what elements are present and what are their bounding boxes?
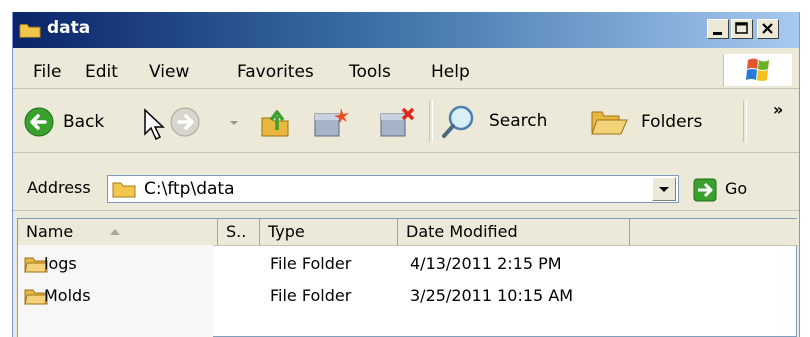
- close-icon: [762, 23, 773, 34]
- minimize-icon: [713, 32, 722, 35]
- copy-to-folder-icon[interactable]: [309, 104, 351, 140]
- forward-dropdown-icon[interactable]: [228, 118, 240, 128]
- folders-icon: [591, 111, 628, 135]
- windows-logo: [723, 54, 792, 86]
- menu-bar: File Edit View Favorites Tools Help: [13, 50, 799, 89]
- search-label: Search: [489, 111, 548, 131]
- file-date: 3/25/2011 10:15 AM: [410, 286, 574, 305]
- file-type: File Folder: [270, 254, 352, 273]
- file-type: File Folder: [270, 286, 352, 305]
- sort-ascending-icon: [110, 229, 120, 235]
- column-header-size[interactable]: S..: [218, 219, 260, 245]
- chevron-down-icon: [659, 187, 669, 192]
- menu-help[interactable]: Help: [431, 62, 470, 82]
- explorer-window: data File Edit View Favorites Tools Help: [12, 12, 800, 337]
- mouse-cursor-icon: [144, 108, 165, 141]
- forward-arrow-icon: [170, 107, 200, 137]
- up-folder-icon[interactable]: [259, 106, 293, 140]
- delete-icon[interactable]: [375, 104, 417, 140]
- go-arrow-icon[interactable]: [693, 178, 717, 202]
- toolbar-overflow-button[interactable]: »: [773, 100, 783, 119]
- column-headers: Name S.. Type Date Modified: [18, 219, 798, 246]
- window-title: data: [47, 18, 91, 38]
- folders-button[interactable]: Folders: [589, 104, 735, 140]
- back-label: Back: [63, 112, 105, 132]
- folder-icon: [112, 182, 136, 198]
- list-item[interactable]: Molds File Folder 3/25/2011 10:15 AM: [18, 281, 798, 309]
- windows-flag-icon: [746, 58, 769, 81]
- column-header-size-label: S..: [226, 222, 247, 241]
- toolbar-separator: [743, 100, 747, 142]
- title-bar[interactable]: data: [13, 12, 799, 48]
- menu-edit[interactable]: Edit: [85, 62, 118, 82]
- file-name: Molds: [44, 286, 91, 305]
- list-item[interactable]: logs File Folder 4/13/2011 2:15 PM: [18, 249, 798, 277]
- column-header-type[interactable]: Type: [260, 219, 398, 245]
- search-icon: [442, 105, 474, 138]
- address-input[interactable]: C:\ftp\data: [107, 175, 679, 203]
- toolbar: Back Search Folders »: [13, 90, 799, 153]
- file-name: logs: [44, 254, 77, 273]
- file-list: Name S.. Type Date Modified logs File Fo…: [17, 218, 798, 337]
- file-date: 4/13/2011 2:15 PM: [410, 254, 562, 273]
- menu-favorites[interactable]: Favorites: [237, 62, 314, 82]
- minimize-button[interactable]: [707, 19, 729, 39]
- column-header-name[interactable]: Name: [18, 219, 218, 245]
- address-dropdown-button[interactable]: [652, 177, 676, 201]
- folder-icon: [19, 24, 41, 38]
- back-arrow-icon: [24, 107, 54, 137]
- go-button[interactable]: Go: [725, 179, 747, 198]
- menu-file[interactable]: File: [33, 62, 61, 82]
- close-button[interactable]: [757, 19, 779, 39]
- toolbar-separator: [429, 100, 433, 142]
- back-button[interactable]: Back: [23, 104, 133, 140]
- address-value: C:\ftp\data: [144, 179, 235, 199]
- column-header-date-modified-label: Date Modified: [406, 222, 518, 241]
- column-header-date-modified[interactable]: Date Modified: [398, 219, 630, 245]
- maximize-icon: [735, 22, 748, 34]
- column-header-name-label: Name: [26, 222, 74, 241]
- maximize-button[interactable]: [731, 19, 753, 39]
- menu-tools[interactable]: Tools: [349, 62, 391, 82]
- forward-button[interactable]: [163, 106, 213, 138]
- menu-view[interactable]: View: [149, 62, 189, 82]
- address-label: Address: [27, 178, 91, 197]
- search-button[interactable]: Search: [441, 102, 581, 140]
- folders-label: Folders: [641, 112, 703, 132]
- column-header-type-label: Type: [268, 222, 305, 241]
- address-bar: Address C:\ftp\data Go: [13, 170, 799, 211]
